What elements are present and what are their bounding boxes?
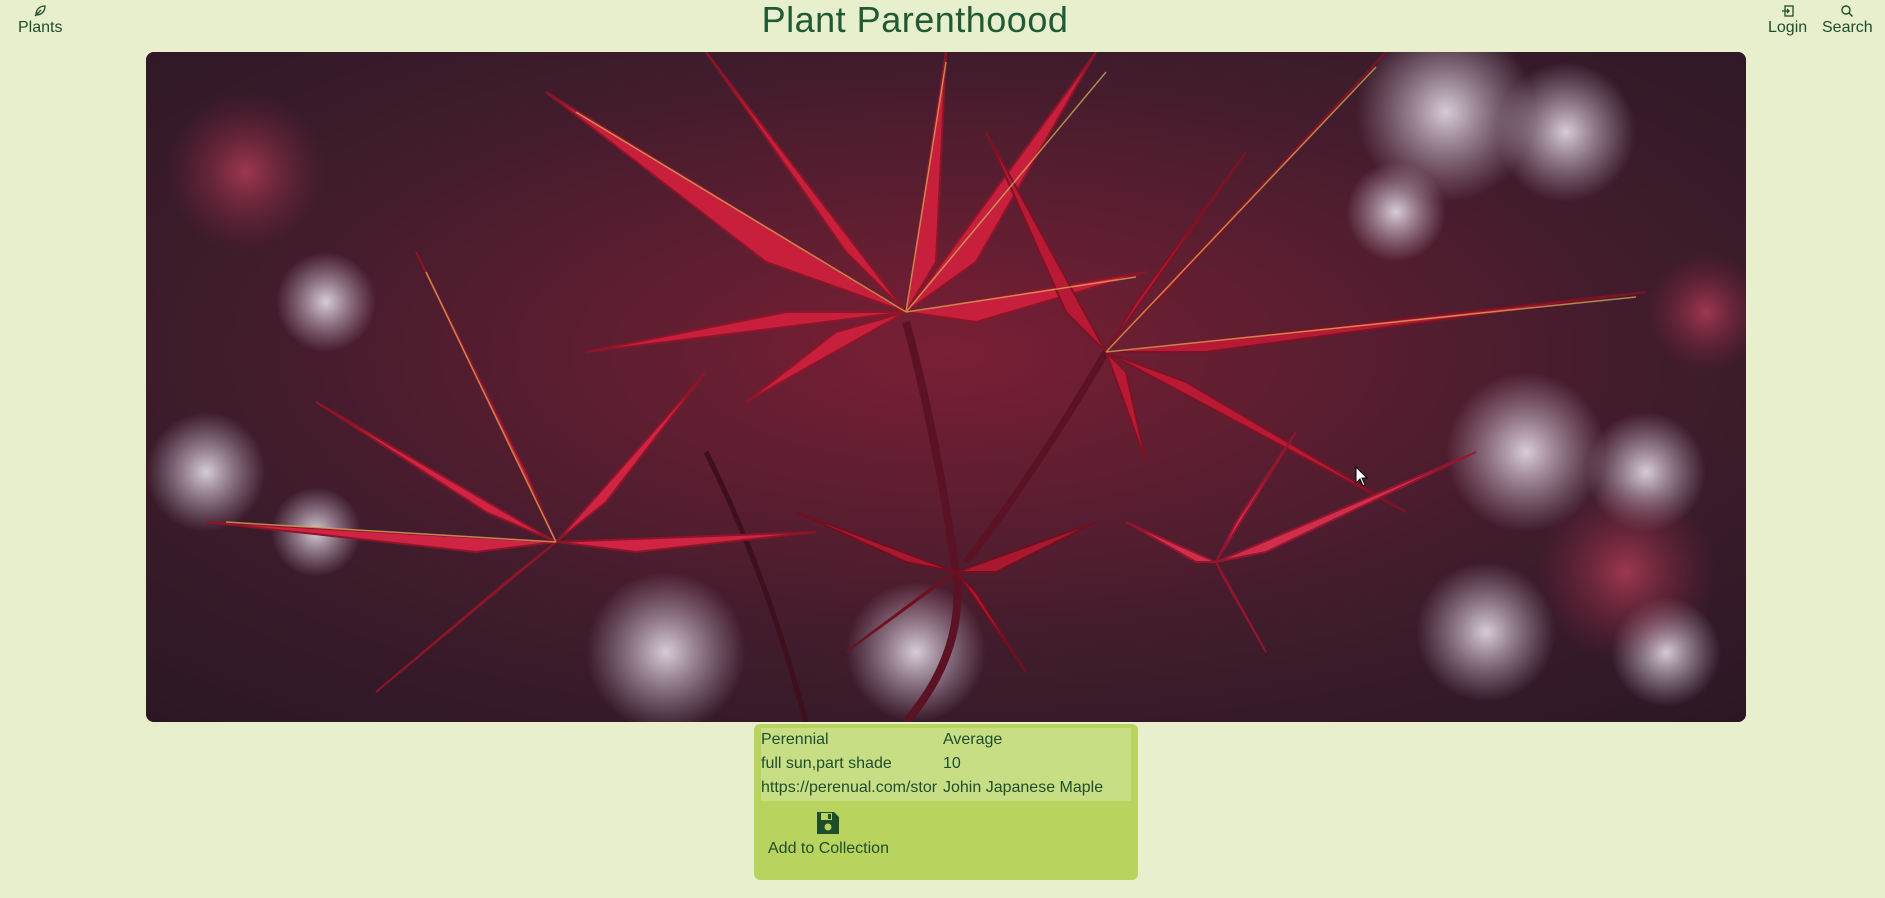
save-disk-icon xyxy=(817,812,840,834)
nav-login-label: Login xyxy=(1768,19,1808,36)
image-url-value[interactable]: https://perenual.com/stor xyxy=(761,776,943,800)
plant-name-value: Johin Japanese Maple xyxy=(943,779,1104,796)
plant-details-card: Perennial Average full sun,part shade 10… xyxy=(754,724,1138,880)
sunlight-value: full sun,part shade xyxy=(761,755,892,772)
red-maple-leaves-image xyxy=(146,52,1746,722)
mouse-cursor-icon xyxy=(1355,466,1369,487)
page-title: Plant Parenthoood xyxy=(761,0,1069,40)
nav-login-link[interactable]: Login xyxy=(1768,4,1807,37)
login-icon xyxy=(1781,5,1794,17)
cycle-value: Perennial xyxy=(761,731,829,748)
nav-search-link[interactable]: Search xyxy=(1822,4,1873,37)
add-to-collection-label: Add to Collection xyxy=(768,840,889,857)
nav-search-label: Search xyxy=(1822,19,1873,36)
plant-hero-image xyxy=(146,52,1746,722)
add-to-collection-button[interactable]: Add to Collection xyxy=(768,810,889,858)
quantity-value: 10 xyxy=(943,755,961,772)
watering-value: Average xyxy=(943,731,1003,748)
search-icon xyxy=(1841,5,1854,18)
plant-details-table: Perennial Average full sun,part shade 10… xyxy=(761,728,1131,801)
